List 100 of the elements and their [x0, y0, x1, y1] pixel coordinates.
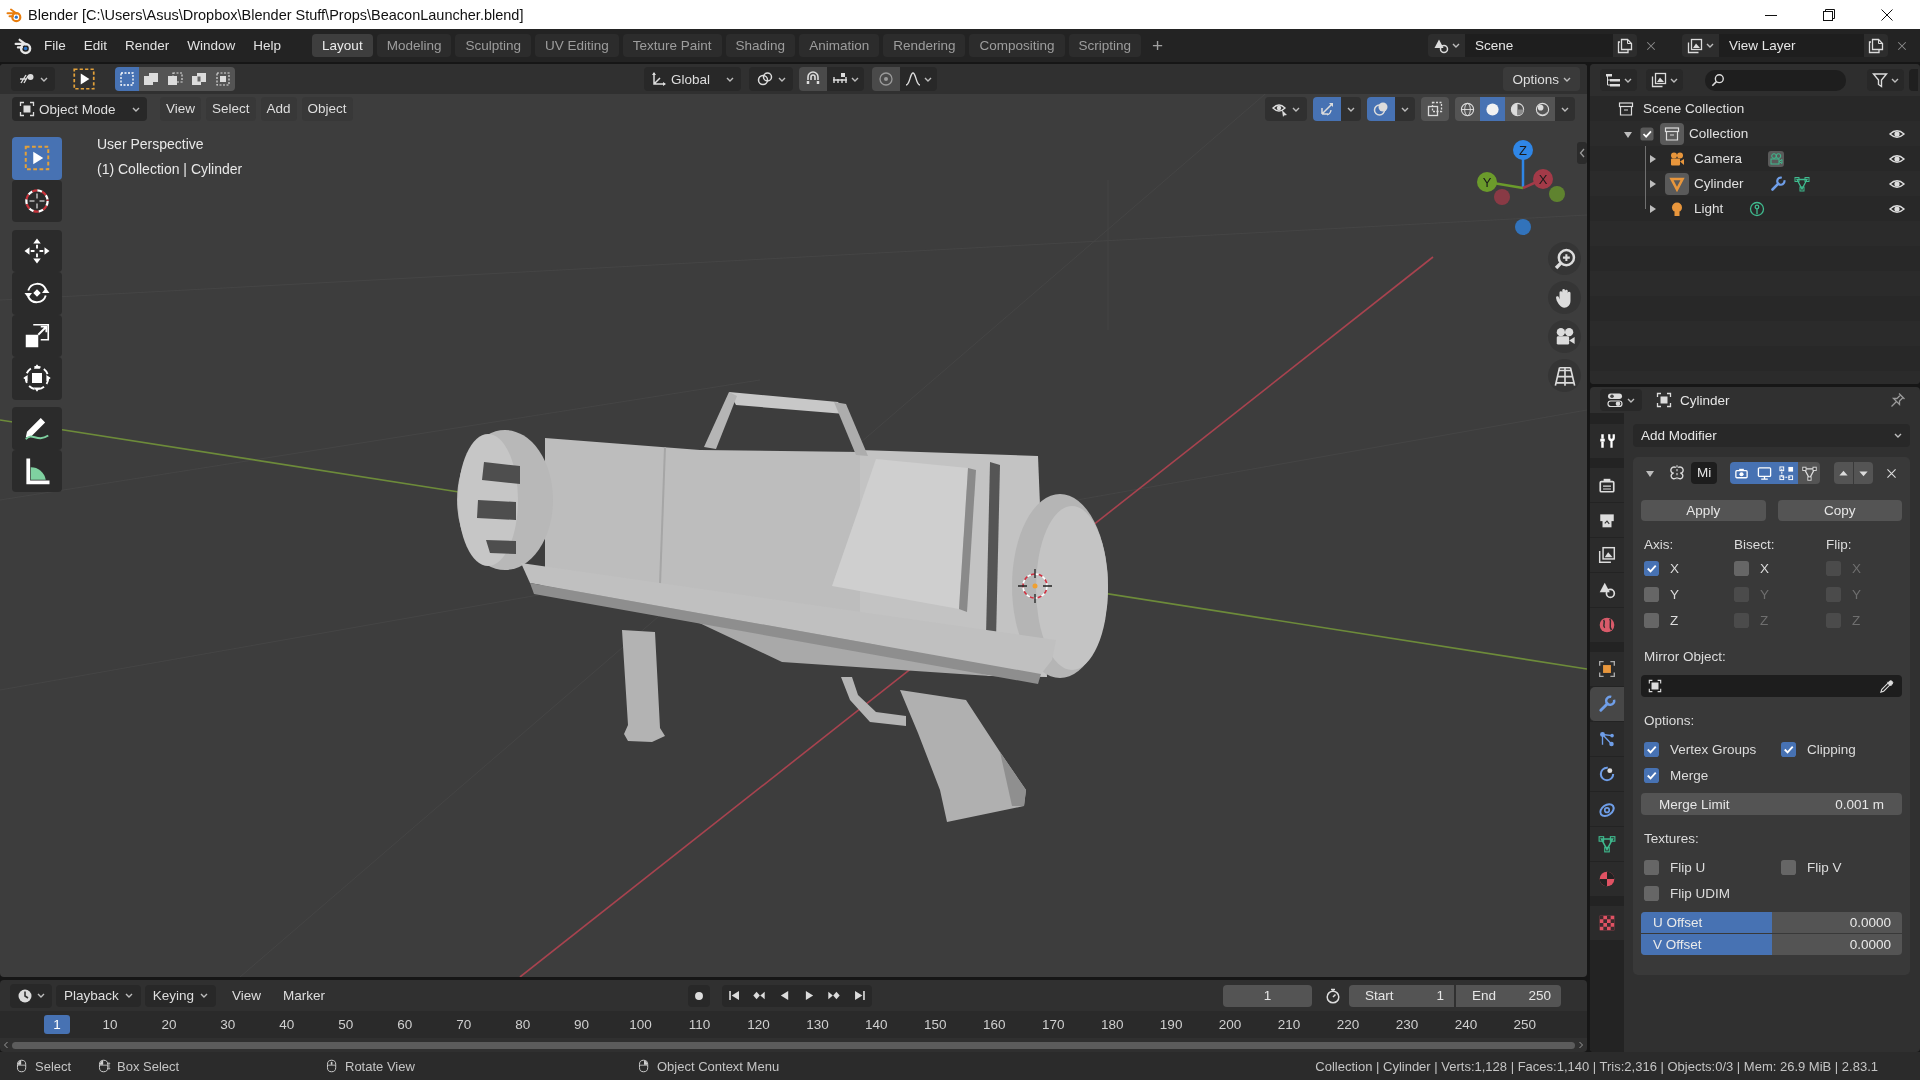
- apply-button[interactable]: Apply: [1641, 500, 1766, 521]
- outliner-item[interactable]: Cylinder: [1694, 176, 1744, 191]
- negative-axis-handle[interactable]: [1549, 186, 1565, 202]
- zoom-button[interactable]: [1548, 242, 1581, 275]
- workspace-tab[interactable]: Texture Paint: [622, 34, 722, 57]
- axis-handle[interactable]: [1477, 172, 1497, 192]
- options-dropdown[interactable]: Options: [1503, 67, 1580, 91]
- shading-options-dropdown[interactable]: [1555, 97, 1575, 121]
- scene-tab[interactable]: [1590, 573, 1624, 608]
- remove-icon[interactable]: [1645, 39, 1657, 52]
- new-view-layer-button[interactable]: [1864, 34, 1888, 57]
- outliner-item[interactable]: Light: [1694, 201, 1724, 216]
- mesh-data-icon[interactable]: [1793, 175, 1810, 192]
- timeline-menu[interactable]: Marker: [277, 984, 332, 1007]
- stopwatch-icon[interactable]: [1325, 987, 1341, 1004]
- tool-tab[interactable]: [1590, 424, 1624, 459]
- mirror-object-field[interactable]: [1641, 675, 1902, 697]
- toggle-options-dropdown[interactable]: [1341, 97, 1361, 121]
- particles-tab[interactable]: [1590, 722, 1624, 757]
- menu-item[interactable]: Edit: [74, 34, 117, 57]
- move-up-button[interactable]: [1834, 462, 1854, 484]
- display-mode-dropdown[interactable]: [1600, 69, 1637, 91]
- end-frame-field[interactable]: End 250: [1456, 984, 1561, 1007]
- workspace-tab[interactable]: Modeling: [376, 34, 452, 57]
- pin-icon[interactable]: [1890, 392, 1906, 408]
- overlay-toggle[interactable]: [1367, 97, 1395, 121]
- view-layer-browse-button[interactable]: [1682, 34, 1719, 57]
- modifiers-tab[interactable]: [1590, 687, 1624, 722]
- shading-mode-button[interactable]: [1455, 97, 1480, 121]
- select-box-tool[interactable]: [12, 137, 62, 180]
- modifier-name-field[interactable]: Mi: [1691, 462, 1718, 484]
- remove-icon[interactable]: [1896, 39, 1908, 52]
- jump-start-button[interactable]: [721, 984, 747, 1007]
- editor-type-button[interactable]: [11, 67, 55, 91]
- selection-mode-button[interactable]: [115, 67, 139, 91]
- move-down-button[interactable]: [1854, 462, 1874, 484]
- cage-toggle[interactable]: [1797, 462, 1821, 484]
- orientation-dropdown[interactable]: Global: [644, 67, 741, 91]
- checkbox[interactable]: [1644, 859, 1659, 875]
- view-layer-tab[interactable]: [1590, 538, 1624, 573]
- editor-type-button[interactable]: [10, 983, 52, 1008]
- workspace-tab[interactable]: Scripting: [1068, 34, 1142, 57]
- wrench-icon[interactable]: [1769, 175, 1786, 192]
- workspace-tab[interactable]: Sculpting: [455, 34, 531, 57]
- menu-item[interactable]: Help: [244, 34, 291, 57]
- visibility-dropdown[interactable]: [1265, 97, 1307, 121]
- outliner-item[interactable]: Camera: [1694, 151, 1742, 166]
- timeline-menu[interactable]: Keying: [144, 984, 217, 1007]
- select-box-icon[interactable]: [71, 66, 97, 92]
- pan-button[interactable]: [1548, 281, 1581, 314]
- output-tab[interactable]: [1590, 503, 1624, 538]
- cursor-tool[interactable]: [12, 179, 62, 222]
- timeline-menu[interactable]: View: [226, 984, 268, 1007]
- workspace-tab[interactable]: UV Editing: [535, 34, 619, 57]
- scrollbar[interactable]: [12, 1041, 1575, 1049]
- shading-mode-button[interactable]: [1530, 97, 1555, 121]
- checkbox[interactable]: [1640, 126, 1654, 141]
- material-tab[interactable]: [1590, 862, 1624, 897]
- checkbox[interactable]: [1781, 859, 1796, 875]
- menu-item[interactable]: Window: [178, 34, 245, 57]
- render-toggle[interactable]: [1730, 462, 1753, 484]
- timeline-menu[interactable]: Playback: [56, 984, 141, 1007]
- selection-mode-button[interactable]: [139, 67, 163, 91]
- eyedropper-icon[interactable]: [1879, 678, 1894, 694]
- axis-handle[interactable]: [1513, 140, 1533, 160]
- xray-toggle[interactable]: [1421, 97, 1449, 121]
- object-tab[interactable]: [1590, 652, 1624, 687]
- menu-item[interactable]: File: [35, 34, 75, 57]
- new-scene-button[interactable]: [1613, 34, 1637, 57]
- falloff-dropdown[interactable]: [900, 67, 937, 91]
- annotate-tool[interactable]: [12, 407, 62, 450]
- scene-browse-button[interactable]: [1428, 34, 1465, 57]
- selection-mode-button[interactable]: [211, 67, 235, 91]
- chevron-left-icon[interactable]: [1577, 142, 1587, 164]
- snap-toggle[interactable]: [799, 67, 827, 91]
- menu-item[interactable]: Render: [116, 34, 179, 57]
- filter-dropdown[interactable]: [1646, 69, 1683, 91]
- gizmo-toggle[interactable]: [1313, 97, 1341, 121]
- checkbox[interactable]: [1644, 741, 1659, 757]
- restore-icon[interactable]: [1823, 8, 1835, 21]
- workspace-tab[interactable]: Shading: [725, 34, 796, 57]
- add-modifier-dropdown[interactable]: Add Modifier: [1633, 424, 1910, 447]
- add-workspace-button[interactable]: +: [1148, 34, 1168, 57]
- texture-tab[interactable]: [1590, 906, 1624, 941]
- header-menu[interactable]: Object: [301, 97, 353, 121]
- header-menu[interactable]: Add: [260, 97, 297, 121]
- copy-button[interactable]: Copy: [1777, 500, 1902, 521]
- offset-slider[interactable]: V Offset 0.0000: [1641, 934, 1902, 955]
- axis-handle[interactable]: [1533, 169, 1553, 189]
- negative-axis-handle[interactable]: [1494, 189, 1510, 205]
- editor-type-button[interactable]: [1600, 389, 1642, 411]
- world-tab[interactable]: [1590, 608, 1624, 643]
- constraints-tab[interactable]: [1590, 792, 1624, 827]
- checkbox[interactable]: [1644, 612, 1659, 628]
- workspace-tab[interactable]: Layout: [312, 34, 373, 57]
- outliner-item[interactable]: Scene Collection: [1643, 101, 1745, 116]
- checkbox[interactable]: [1644, 560, 1659, 576]
- close-icon[interactable]: [1885, 466, 1898, 480]
- search-field[interactable]: [1705, 69, 1846, 91]
- camera-data-icon[interactable]: [1768, 150, 1784, 167]
